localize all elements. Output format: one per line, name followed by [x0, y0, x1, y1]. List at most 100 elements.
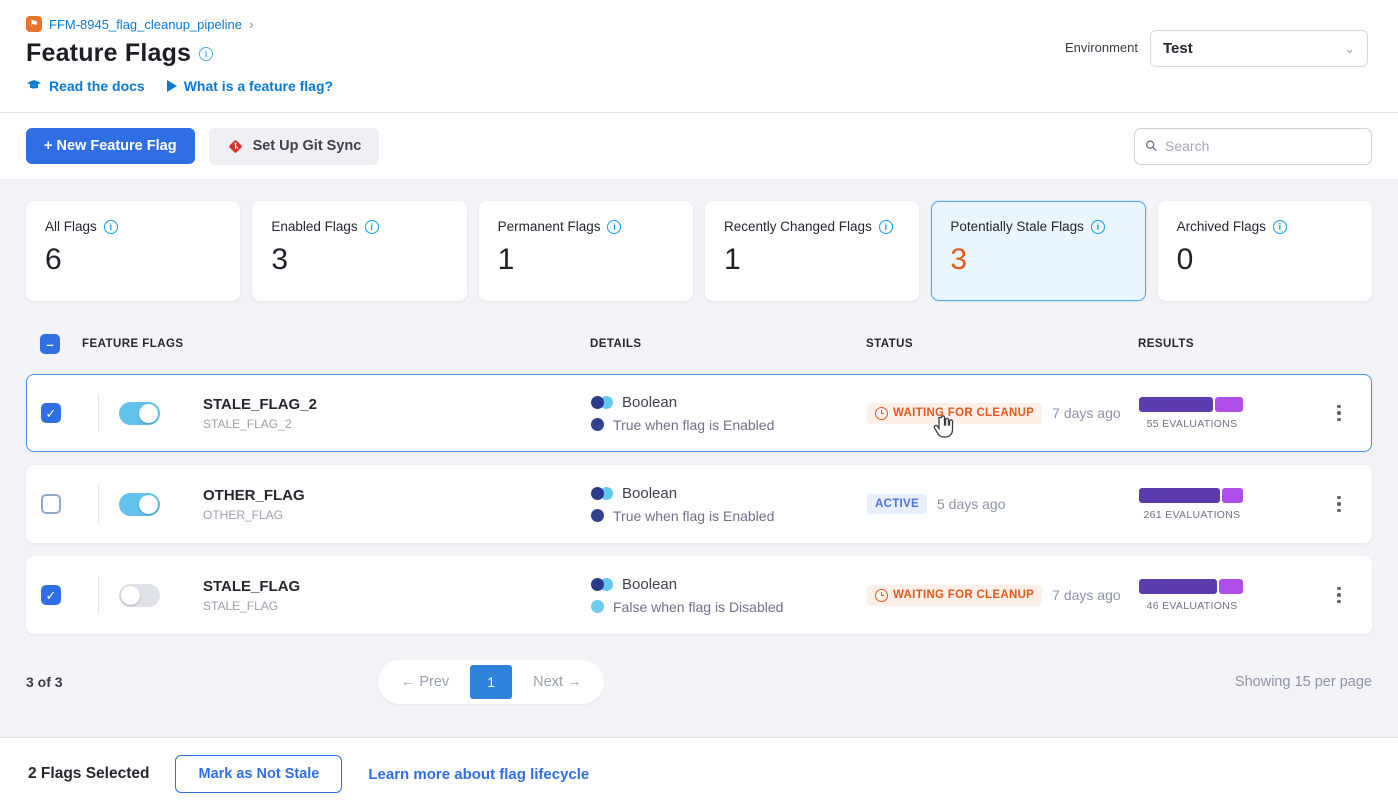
status-label: ACTIVE	[875, 498, 919, 510]
column-results: RESULTS	[1138, 338, 1308, 350]
stat-card[interactable]: Archived Flags i 0	[1158, 201, 1372, 301]
stat-value: 3	[271, 243, 447, 277]
evaluations-label: 261 EVALUATIONS	[1139, 509, 1245, 521]
docs-icon	[26, 78, 42, 94]
read-the-docs-link[interactable]: Read the docs	[26, 78, 145, 94]
column-details: DETAILS	[590, 338, 866, 350]
flag-lifecycle-link[interactable]: Learn more about flag lifecycle	[368, 766, 589, 783]
divider	[98, 576, 99, 614]
toolbar: + New Feature Flag Set Up Git Sync ⚲	[0, 113, 1398, 179]
git-sync-button[interactable]: Set Up Git Sync	[209, 128, 380, 165]
flag-variation: True when flag is Enabled	[613, 508, 774, 524]
clock-icon	[875, 589, 888, 602]
read-the-docs-label: Read the docs	[49, 78, 145, 94]
row-count: 3 of 3	[26, 674, 63, 690]
breadcrumb-project-link[interactable]: FFM-8945_flag_cleanup_pipeline	[49, 17, 242, 32]
play-icon	[167, 80, 177, 92]
page-title: Feature Flags	[26, 39, 191, 68]
next-page-button[interactable]: Next →	[516, 667, 598, 697]
stat-card[interactable]: Permanent Flags i 1	[479, 201, 693, 301]
pagination: 3 of 3 ← Prev 1 Next → Showing 15 per pa…	[26, 656, 1372, 708]
search-box: ⚲	[1134, 128, 1372, 165]
boolean-type-icon	[591, 578, 613, 591]
flag-row[interactable]: –✓ STALE_FLAG_2 STALE_FLAG_2 Boolean Tru…	[26, 374, 1372, 452]
row-checkbox[interactable]: –✓	[41, 494, 61, 514]
flag-name[interactable]: OTHER_FLAG	[203, 487, 591, 504]
status-badge[interactable]: WAITING FOR CLEANUP	[867, 585, 1042, 606]
row-menu-button[interactable]	[1331, 399, 1347, 428]
environment-value: Test	[1163, 40, 1193, 57]
select-all-checkbox[interactable]: –✓	[40, 334, 60, 354]
boolean-type-icon	[591, 396, 613, 409]
flag-toggle[interactable]	[119, 402, 160, 425]
status-time: 7 days ago	[1052, 405, 1121, 421]
what-is-feature-flag-link[interactable]: What is a feature flag?	[167, 78, 333, 94]
info-icon[interactable]: i	[365, 220, 379, 234]
info-icon[interactable]: i	[1273, 220, 1287, 234]
environment-selector: Environment Test ⌄	[1065, 30, 1368, 100]
stat-card[interactable]: Enabled Flags i 3	[252, 201, 466, 301]
flag-variation: True when flag is Enabled	[613, 417, 774, 433]
info-icon[interactable]: i	[104, 220, 118, 234]
status-badge[interactable]: ACTIVE	[867, 494, 927, 514]
stat-card[interactable]: Potentially Stale Flags i 3	[931, 201, 1145, 301]
new-feature-flag-button[interactable]: + New Feature Flag	[26, 128, 195, 164]
info-icon[interactable]: i	[879, 220, 893, 234]
table-header: –✓ FEATURE FLAGS DETAILS STATUS RESULTS	[26, 328, 1372, 372]
environment-dropdown[interactable]: Test ⌄	[1150, 30, 1368, 67]
mark-not-stale-button[interactable]: Mark as Not Stale	[175, 755, 342, 793]
flag-name[interactable]: STALE_FLAG_2	[203, 396, 591, 413]
flag-toggle[interactable]	[119, 584, 160, 607]
row-menu-button[interactable]	[1331, 490, 1347, 519]
flag-name[interactable]: STALE_FLAG	[203, 578, 591, 595]
flag-details: Boolean False when flag is Disabled	[591, 576, 867, 615]
flag-id: OTHER_FLAG	[203, 508, 591, 522]
status-label: WAITING FOR CLEANUP	[893, 589, 1034, 601]
evaluations-bar	[1139, 579, 1245, 594]
info-icon[interactable]: i	[1091, 220, 1105, 234]
flag-id: STALE_FLAG_2	[203, 417, 591, 431]
flag-toggle[interactable]	[119, 493, 160, 516]
prev-page-button[interactable]: ← Prev	[384, 667, 466, 697]
row-menu-button[interactable]	[1331, 581, 1347, 610]
flag-type: Boolean	[622, 394, 677, 411]
status-label: WAITING FOR CLEANUP	[893, 407, 1034, 419]
flag-details: Boolean True when flag is Enabled	[591, 485, 867, 524]
per-page-label: Showing 15 per page	[1235, 674, 1372, 690]
stat-label: Enabled Flags	[271, 219, 357, 234]
info-icon[interactable]: i	[607, 220, 621, 234]
selection-footer: 2 Flags Selected Mark as Not Stale Learn…	[0, 737, 1398, 810]
stat-label: Permanent Flags	[498, 219, 601, 234]
divider	[98, 485, 99, 523]
evaluations-bar	[1139, 488, 1245, 503]
status-badge[interactable]: WAITING FOR CLEANUP	[867, 403, 1042, 424]
row-checkbox[interactable]: –✓	[41, 403, 61, 423]
status-time: 5 days ago	[937, 496, 1006, 512]
boolean-type-icon	[591, 487, 613, 500]
title-info-icon[interactable]: i	[199, 47, 213, 61]
feature-flags-module-icon: ⚑	[26, 16, 42, 32]
stat-value: 1	[724, 243, 900, 277]
variation-dot-icon	[591, 600, 604, 613]
what-is-feature-flag-label: What is a feature flag?	[184, 78, 333, 94]
row-checkbox[interactable]: –✓	[41, 585, 61, 605]
evaluations-label: 46 EVALUATIONS	[1139, 600, 1245, 612]
breadcrumb: ⚑ FFM-8945_flag_cleanup_pipeline ›	[26, 16, 333, 32]
flag-rows: –✓ STALE_FLAG_2 STALE_FLAG_2 Boolean Tru…	[26, 374, 1372, 634]
page-header: ⚑ FFM-8945_flag_cleanup_pipeline › Featu…	[0, 0, 1398, 113]
search-input[interactable]	[1165, 138, 1360, 154]
stat-card[interactable]: Recently Changed Flags i 1	[705, 201, 919, 301]
flag-row[interactable]: –✓ STALE_FLAG STALE_FLAG Boolean False w…	[26, 556, 1372, 634]
variation-dot-icon	[591, 509, 604, 522]
environment-label: Environment	[1065, 40, 1138, 55]
pager: ← Prev 1 Next →	[378, 660, 605, 704]
header-left: ⚑ FFM-8945_flag_cleanup_pipeline › Featu…	[26, 16, 333, 100]
divider	[98, 394, 99, 432]
page-1-button[interactable]: 1	[470, 665, 512, 699]
flag-row[interactable]: –✓ OTHER_FLAG OTHER_FLAG Boolean True wh…	[26, 465, 1372, 543]
stat-card[interactable]: All Flags i 6	[26, 201, 240, 301]
clock-icon	[875, 407, 888, 420]
git-sync-icon	[227, 138, 244, 155]
stats-row: All Flags i 6 Enabled Flags i 3 Permanen…	[26, 201, 1372, 301]
column-status: STATUS	[866, 338, 1138, 350]
